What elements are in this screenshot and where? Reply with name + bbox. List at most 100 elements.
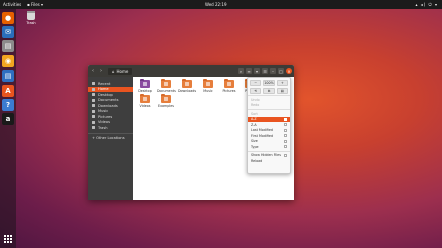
- files-glyph: ▤: [4, 42, 12, 50]
- radio-icon: [284, 134, 287, 138]
- sidebar-item-label: Videos: [98, 120, 110, 125]
- folder-icon: [161, 93, 171, 103]
- zoom-row: − 100% +: [248, 78, 290, 86]
- zoom-out-button[interactable]: −: [250, 80, 262, 86]
- folder-icon: [161, 78, 171, 88]
- amazon-glyph: a: [5, 115, 11, 123]
- view-options-button[interactable]: ▾: [254, 68, 260, 74]
- sidebar-item-label: Recent: [98, 81, 111, 86]
- clock-icon: [92, 82, 95, 86]
- forward-button[interactable]: ›: [98, 68, 104, 74]
- file-label: Downloads: [178, 89, 197, 93]
- search-button[interactable]: ⌕: [238, 68, 244, 74]
- sidebar-item-label: Home: [98, 87, 109, 92]
- menu-button[interactable]: ☰: [262, 68, 268, 74]
- sidebar-item-label: Desktop: [98, 92, 113, 97]
- path-home-label: Home: [116, 68, 129, 74]
- file-label: Videos: [139, 104, 151, 108]
- folder-icon: [140, 93, 150, 103]
- file-label: Desktop: [138, 89, 152, 93]
- menu-item-label: Show Hidden Files: [251, 153, 281, 158]
- software-glyph: A: [5, 87, 11, 95]
- software-icon[interactable]: A: [2, 85, 14, 97]
- file-label: Documents: [157, 89, 176, 93]
- desktop-trash[interactable]: Trash: [25, 11, 37, 25]
- popover-divider: [248, 109, 290, 110]
- zoom-in-button[interactable]: +: [276, 80, 288, 86]
- file-item[interactable]: Downloads: [178, 78, 197, 93]
- home-icon: ⌂: [112, 68, 115, 74]
- maximize-button[interactable]: □: [278, 68, 284, 74]
- file-item[interactable]: Examples: [157, 93, 175, 108]
- reload-item[interactable]: Reload: [248, 158, 290, 164]
- view-row: ⟲ ⧉ ▤: [248, 86, 290, 94]
- radio-icon: [284, 128, 287, 132]
- sidebar-item-other-locations[interactable]: + Other Locations: [88, 136, 133, 142]
- clock[interactable]: Wed 22:19: [205, 0, 227, 9]
- folder-icon: [203, 78, 213, 88]
- popover-divider: [248, 95, 290, 96]
- close-button[interactable]: ×: [286, 68, 292, 74]
- file-item[interactable]: Desktop: [136, 78, 154, 93]
- sidebar-divider: [88, 132, 133, 134]
- radio-icon: [284, 139, 287, 143]
- menu-item-label: Type: [251, 144, 259, 149]
- top-bar: Activities ▪ Files ▾ Wed 22:19 ▴ ◂) ⏻ ▾: [0, 0, 442, 9]
- firefox-icon[interactable]: ●: [2, 12, 14, 24]
- file-item[interactable]: Music: [199, 78, 217, 93]
- sidebar-item-trash[interactable]: Trash: [88, 125, 133, 131]
- libreoffice-writer-icon[interactable]: ▤: [2, 70, 14, 82]
- download-icon: [92, 104, 95, 108]
- show-applications-icon[interactable]: [4, 235, 12, 243]
- system-menu[interactable]: ▴ ◂) ⏻ ▾: [415, 0, 438, 9]
- view-list-button[interactable]: ≡: [246, 68, 252, 74]
- thunderbird-glyph: ✉: [5, 28, 11, 36]
- activities-button[interactable]: Activities: [3, 0, 21, 9]
- files-icon[interactable]: ▤: [2, 40, 14, 52]
- trash-label: Trash: [26, 21, 36, 25]
- music-icon: [92, 109, 95, 113]
- thunderbird-icon[interactable]: ✉: [2, 26, 14, 38]
- help-icon[interactable]: ?: [2, 99, 14, 111]
- file-item[interactable]: Videos: [136, 93, 154, 108]
- dock: ● ✉ ▤ ◉ ▤ A ? a: [0, 9, 16, 248]
- file-label: Pictures: [222, 89, 236, 93]
- amazon-icon[interactable]: a: [2, 113, 14, 125]
- folder-icon: [140, 78, 150, 88]
- path-bar[interactable]: ⌂ Home: [108, 67, 133, 75]
- back-button[interactable]: ‹: [90, 68, 96, 74]
- header-bar: ‹ › ⌂ Home ⌕ ≡ ▾ ☰ – □ ×: [88, 65, 294, 77]
- sidebar: Recent Home Desktop Documents Downloads …: [88, 77, 133, 200]
- file-label: Examples: [157, 104, 175, 108]
- reset-icon[interactable]: ⟲: [250, 88, 262, 94]
- menu-item-label: Last Modified: [251, 128, 273, 133]
- writer-glyph: ▤: [4, 72, 12, 80]
- firefox-glyph: ●: [4, 14, 12, 22]
- file-item[interactable]: Documents: [157, 78, 176, 93]
- file-label: Music: [203, 89, 213, 93]
- view-options-popover: − 100% + ⟲ ⧉ ▤ Undo Redo Sort A-Z Z-A La…: [247, 77, 291, 174]
- app-menu[interactable]: ▪ Files ▾: [27, 0, 43, 9]
- sidebar-item-label: Documents: [98, 98, 119, 103]
- sidebar-item-label: Trash: [98, 125, 108, 130]
- redo-item[interactable]: Redo: [248, 103, 290, 109]
- video-icon: [92, 120, 95, 124]
- menu-item-label: First Modified: [251, 133, 274, 138]
- list-icon[interactable]: ▤: [276, 88, 288, 94]
- rhythmbox-glyph: ◉: [4, 57, 12, 65]
- zoom-level-button[interactable]: 100%: [263, 80, 275, 86]
- sidebar-item-label: Pictures: [98, 114, 113, 119]
- trash-icon: [27, 11, 35, 20]
- file-item[interactable]: Pictures: [220, 78, 238, 93]
- folder-icon: [224, 78, 234, 88]
- radio-icon: [284, 145, 287, 149]
- folder-icon: [182, 78, 192, 88]
- sort-type-item[interactable]: Type: [248, 144, 290, 150]
- menu-item-label: A-Z: [251, 117, 257, 122]
- new-window-icon[interactable]: ⧉: [263, 88, 275, 94]
- sidebar-item-label: Music: [98, 109, 109, 114]
- rhythmbox-icon[interactable]: ◉: [2, 55, 14, 67]
- checkbox-icon: [284, 153, 287, 157]
- minimize-button[interactable]: –: [270, 68, 276, 74]
- radio-icon: [284, 117, 287, 121]
